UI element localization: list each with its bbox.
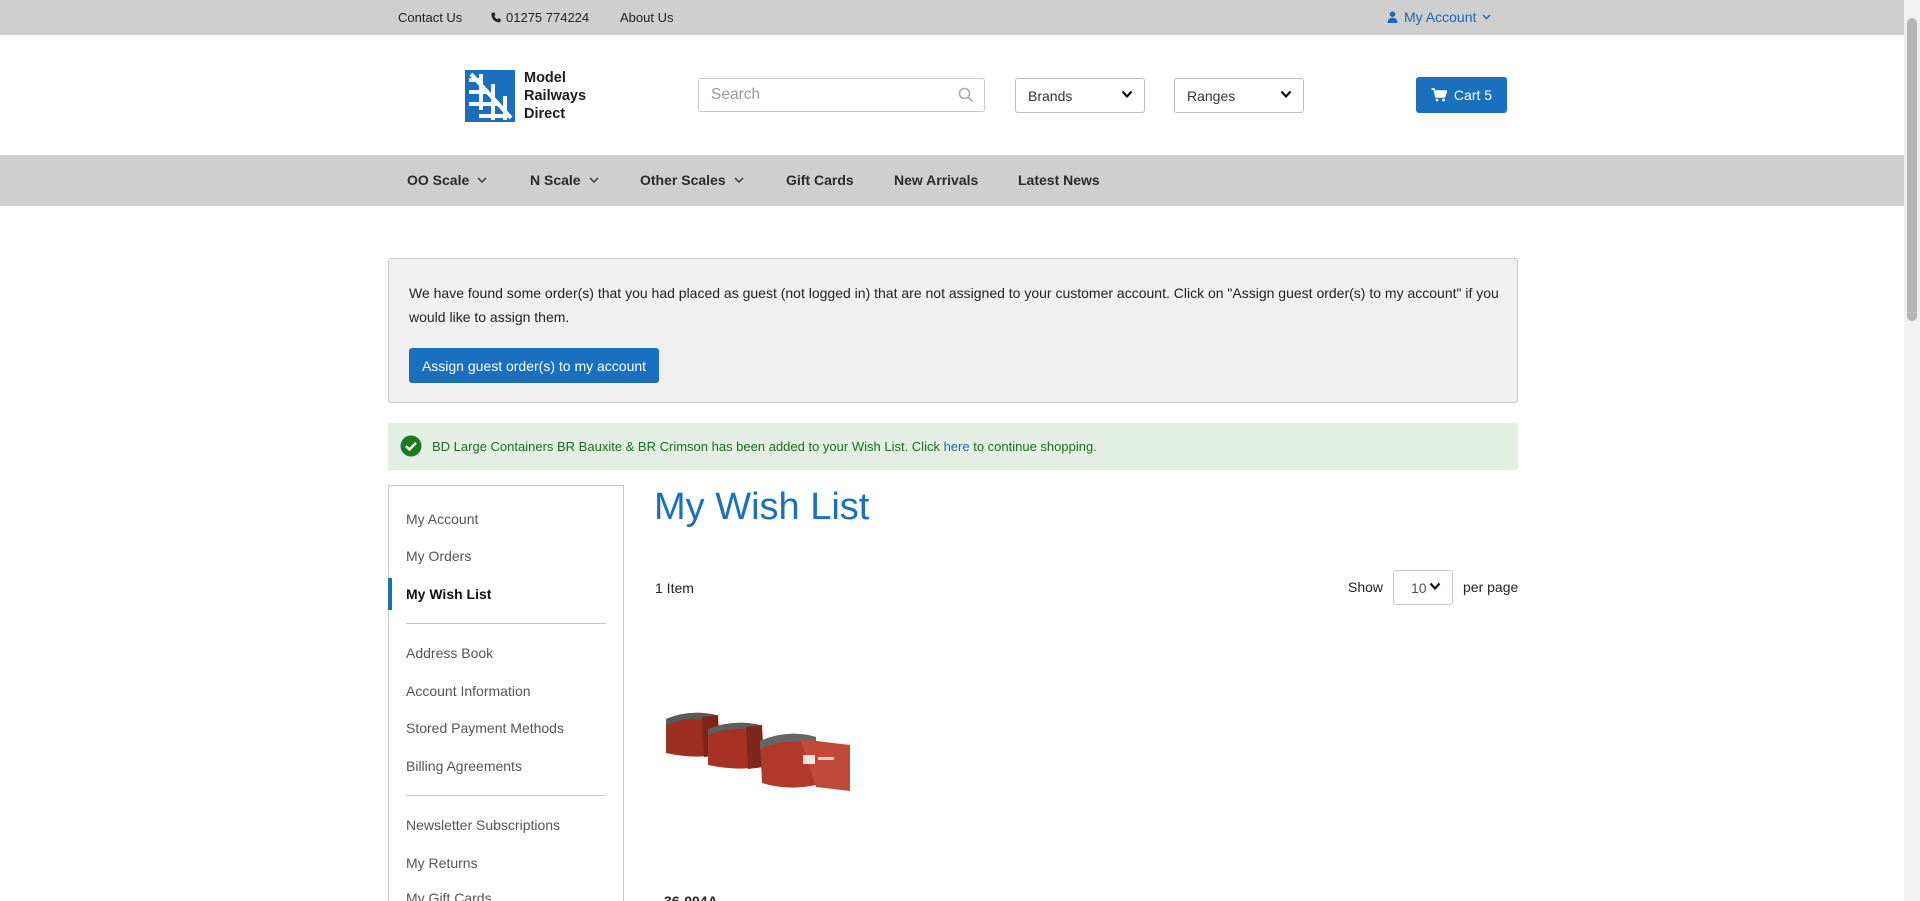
ranges-select-value: Ranges: [1187, 88, 1236, 104]
item-count: 1 Item: [655, 580, 694, 596]
chevron-down-icon: [1429, 582, 1441, 591]
search-input[interactable]: [699, 79, 939, 111]
guest-order-notice-text: We have found some order(s) that you had…: [409, 285, 1499, 325]
show-label: Show: [1348, 579, 1384, 595]
per-page-value: 10: [1411, 580, 1427, 596]
cart-icon: [1431, 88, 1447, 102]
nav-item-latest-news[interactable]: Latest News: [1018, 172, 1100, 188]
assign-guest-orders-button[interactable]: Assign guest order(s) to my account: [409, 348, 659, 383]
site-logo[interactable]: Model Railways Direct: [465, 69, 586, 123]
nav-item-oo-scale[interactable]: OO Scale: [407, 172, 487, 188]
contact-us-link[interactable]: Contact Us: [398, 10, 462, 25]
product-sku[interactable]: 36-004A: [664, 893, 718, 901]
sidebar-item-newsletter-subscriptions[interactable]: Newsletter Subscriptions: [406, 817, 560, 833]
sidebar-item-stored-payment-methods[interactable]: Stored Payment Methods: [406, 720, 564, 736]
logo-mark-icon: [465, 70, 515, 122]
nav-item-gift-cards[interactable]: Gift Cards: [786, 172, 854, 188]
chevron-down-icon: [1121, 90, 1133, 99]
scrollbar-thumb[interactable]: [1907, 18, 1917, 321]
continue-shopping-link[interactable]: here: [944, 439, 970, 454]
success-message-text: BD Large Containers BR Bauxite & BR Crim…: [432, 439, 1097, 454]
sidebar-item-address-book[interactable]: Address Book: [406, 645, 493, 661]
chevron-down-icon: [734, 177, 744, 183]
logo-text: Model Railways Direct: [524, 69, 586, 123]
nav-item-new-arrivals[interactable]: New Arrivals: [894, 172, 978, 188]
per-page-label: per page: [1463, 579, 1519, 595]
check-circle-icon: [400, 435, 422, 457]
nav-item-label: OO Scale: [407, 172, 470, 188]
sidebar-item-my-returns[interactable]: My Returns: [406, 855, 478, 871]
chevron-down-icon: [477, 177, 487, 183]
chevron-down-icon: [589, 177, 599, 183]
active-indicator: [388, 578, 392, 610]
phone-number: 01275 774224: [506, 10, 590, 25]
brands-select[interactable]: Brands: [1015, 78, 1145, 113]
nav-item-label: Other Scales: [640, 172, 726, 188]
about-us-link[interactable]: About Us: [620, 10, 673, 25]
cart-count: 5: [1484, 87, 1493, 103]
sidebar-item-account-information[interactable]: Account Information: [406, 683, 531, 699]
product-image: [666, 712, 850, 791]
success-message: BD Large Containers BR Bauxite & BR Crim…: [388, 423, 1518, 470]
phone-icon: [491, 12, 501, 23]
guest-order-notice: We have found some order(s) that you had…: [388, 258, 1518, 403]
search-icon[interactable]: [958, 87, 974, 103]
sidebar-item-billing-agreements[interactable]: Billing Agreements: [406, 758, 522, 774]
logo-line-1: Model: [524, 70, 566, 86]
sidebar-item-my-gift-cards[interactable]: My Gift Cards: [406, 890, 492, 901]
cart-button[interactable]: Cart 5: [1416, 77, 1507, 113]
sidebar-item-my-wish-list[interactable]: My Wish List: [406, 586, 491, 602]
brands-select-value: Brands: [1028, 88, 1073, 104]
logo-line-2: Railways: [524, 88, 587, 104]
main-navigation: OO Scale N Scale Other Scales Gift Cards…: [0, 155, 1904, 206]
page-title: My Wish List: [654, 486, 870, 528]
phone-link[interactable]: 01275 774224: [491, 10, 589, 25]
user-icon: [1387, 11, 1398, 23]
chevron-down-icon: [1280, 90, 1292, 99]
sidebar-divider: [406, 623, 606, 624]
logo-line-3: Direct: [524, 106, 566, 122]
chevron-down-icon: [1482, 14, 1491, 20]
sidebar-item-my-orders[interactable]: My Orders: [406, 548, 471, 564]
top-bar: Contact Us 01275 774224 About Us My Acco…: [0, 0, 1904, 35]
my-account-dropdown[interactable]: My Account: [1387, 9, 1491, 25]
nav-item-other-scales[interactable]: Other Scales: [640, 172, 744, 188]
success-text-after: to continue shopping.: [969, 439, 1097, 454]
page-scrollbar[interactable]: [1904, 0, 1920, 901]
site-header: Model Railways Direct Brands Ranges Cart…: [0, 35, 1904, 155]
account-sidebar: My Account My Orders My Wish List Addres…: [388, 485, 624, 901]
ranges-select[interactable]: Ranges: [1174, 78, 1304, 113]
nav-item-n-scale[interactable]: N Scale: [530, 172, 599, 188]
sidebar-item-my-account[interactable]: My Account: [406, 511, 478, 527]
sidebar-divider: [406, 795, 606, 796]
nav-item-label: N Scale: [530, 172, 581, 188]
my-account-label: My Account: [1404, 9, 1477, 25]
search-box: [698, 78, 985, 112]
per-page-select[interactable]: 10: [1393, 570, 1453, 605]
cart-label: Cart: [1453, 87, 1481, 103]
success-text-before: BD Large Containers BR Bauxite & BR Crim…: [432, 439, 944, 454]
